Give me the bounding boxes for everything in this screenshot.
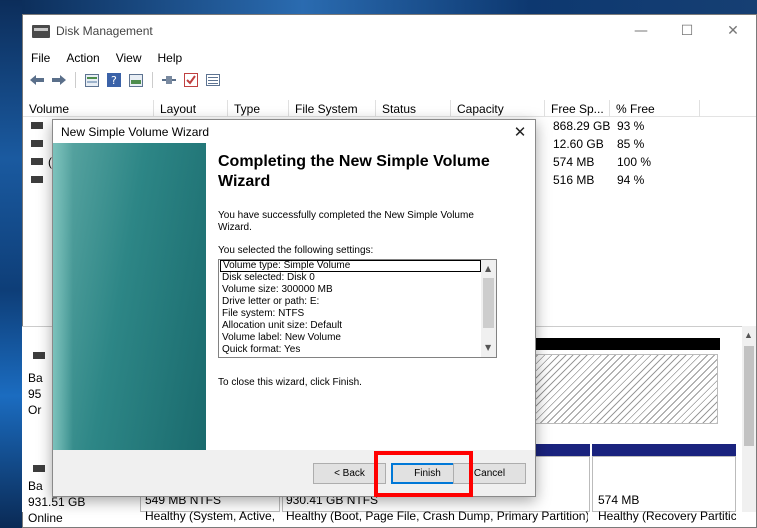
wizard-heading: Completing the New Simple Volume Wizard: [218, 153, 490, 190]
partition-bar: [592, 444, 736, 456]
scroll-down-icon[interactable]: ▼: [485, 343, 491, 352]
col-status[interactable]: Status: [376, 100, 451, 117]
wizard-title: New Simple Volume Wizard: [61, 125, 210, 139]
percent-free-cell: 93 %: [617, 119, 645, 133]
setting-line: Volume size: 300000 MB: [222, 284, 333, 295]
scroll-thumb[interactable]: [744, 346, 754, 446]
free-space-cell: 868.29 GB: [553, 119, 611, 133]
menu-view[interactable]: View: [108, 48, 150, 68]
free-space-cell: 574 MB: [553, 155, 595, 169]
col-volume[interactable]: Volume: [23, 100, 154, 117]
col-empty: [700, 100, 756, 117]
setting-line: Volume type: Simple Volume: [220, 260, 481, 272]
graphical-view-scrollbar[interactable]: ▲: [742, 326, 756, 512]
settings-list: Volume type: Simple Volume Disk selected…: [219, 260, 481, 356]
recovery-partition[interactable]: 574 MB: [592, 456, 736, 512]
back-arrow-icon[interactable]: [28, 72, 46, 88]
cancel-button[interactable]: Cancel: [453, 463, 526, 484]
scroll-up-icon[interactable]: ▲: [485, 264, 491, 273]
setting-line: Disk selected: Disk 0: [222, 272, 315, 283]
minimize-button[interactable]: —: [618, 15, 664, 47]
partition-status: Healthy (System, Active,: [145, 509, 276, 523]
wizard-close-button[interactable]: ✕: [505, 120, 535, 143]
wizard-titlebar: New Simple Volume Wizard ✕: [53, 120, 535, 143]
settings-scrollbar[interactable]: ▲ ▼: [481, 260, 496, 357]
col-capacity[interactable]: Capacity: [451, 100, 545, 117]
back-button[interactable]: < Back: [313, 463, 386, 484]
wizard-banner-image: [53, 143, 206, 450]
menu-action[interactable]: Action: [58, 48, 107, 68]
free-space-cell: 516 MB: [553, 173, 595, 187]
desktop-wallpaper-top: [0, 0, 757, 14]
menu-bar: File Action View Help: [23, 48, 190, 68]
col-layout[interactable]: Layout: [154, 100, 228, 117]
col-file-system[interactable]: File System: [289, 100, 376, 117]
disk-icon: [33, 352, 45, 359]
percent-free-cell: 94 %: [617, 173, 645, 187]
partition-status: Healthy (Recovery Partitic: [598, 509, 736, 523]
percent-free-cell: 85 %: [617, 137, 645, 151]
partition-size: 574 MB: [598, 493, 640, 507]
settings-intro: You selected the following settings:: [218, 245, 374, 256]
setting-line: Allocation unit size: Default: [222, 320, 343, 331]
toolbar-separator: [75, 72, 76, 88]
connect-icon[interactable]: [160, 72, 178, 88]
maximize-button[interactable]: ☐: [664, 15, 710, 47]
scroll-thumb[interactable]: [483, 278, 494, 328]
list-icon[interactable]: [204, 72, 222, 88]
setting-line: Drive letter or path: E:: [222, 296, 320, 307]
close-instruction: To close this wizard, click Finish.: [218, 377, 362, 388]
menu-file[interactable]: File: [23, 48, 58, 68]
volume-icon: [31, 122, 43, 129]
disk-management-icon: [32, 25, 50, 38]
volume-list-header: Volume Layout Type File System Status Ca…: [23, 100, 756, 117]
menu-help[interactable]: Help: [150, 48, 191, 68]
volume-icon: [31, 158, 43, 165]
titlebar: Disk Management — ☐ ✕: [23, 15, 756, 47]
console-icon[interactable]: [127, 72, 145, 88]
disk-icon: [33, 465, 45, 472]
setting-line: Volume label: New Volume: [222, 332, 341, 343]
svg-text:?: ?: [111, 74, 117, 87]
col-free-space[interactable]: Free Sp...: [545, 100, 610, 117]
toolbar-separator: [152, 72, 153, 88]
close-button[interactable]: ✕: [710, 15, 756, 47]
free-space-cell: 12.60 GB: [553, 137, 604, 151]
toolbar: ?: [23, 69, 756, 91]
desktop-wallpaper-left: [0, 0, 22, 528]
success-text: You have successfully completed the New …: [218, 210, 474, 233]
volume-icon: [31, 176, 43, 183]
setting-line: Quick format: Yes: [222, 344, 301, 355]
wizard-footer: < Back Finish Cancel: [53, 450, 535, 496]
setting-line: File system: NTFS: [222, 308, 305, 319]
disk-0-status: Online: [28, 511, 63, 525]
volume-icon: [31, 140, 43, 147]
wizard-content: Completing the New Simple Volume Wizard …: [206, 143, 535, 450]
partition-status: Healthy (Boot, Page File, Crash Dump, Pr…: [286, 509, 588, 523]
col-percent-free[interactable]: % Free: [610, 100, 700, 117]
settings-summary-box[interactable]: Volume type: Simple Volume Disk selected…: [218, 259, 497, 358]
forward-arrow-icon[interactable]: [50, 72, 68, 88]
window-title: Disk Management: [56, 24, 153, 38]
check-icon[interactable]: [182, 72, 200, 88]
properties-icon[interactable]: [83, 72, 101, 88]
percent-free-cell: 100 %: [617, 155, 652, 169]
col-type[interactable]: Type: [228, 100, 289, 117]
help-icon[interactable]: ?: [105, 72, 123, 88]
scroll-up-icon[interactable]: ▲: [744, 330, 753, 340]
new-simple-volume-wizard: New Simple Volume Wizard ✕ Completing th…: [52, 119, 536, 497]
